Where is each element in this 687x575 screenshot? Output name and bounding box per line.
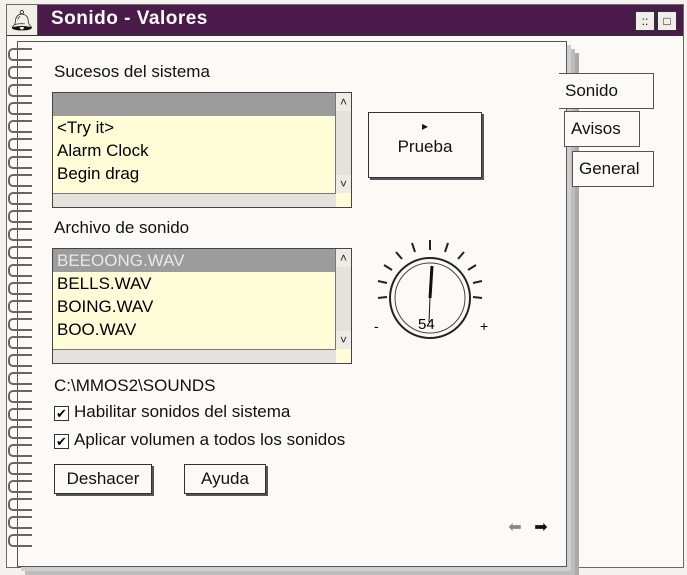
title-bar[interactable]: 🔔︎ Sonido - Valores :: □	[7, 5, 683, 36]
list-item[interactable]: BOO.WAV	[53, 318, 351, 341]
window-title: Sonido - Valores	[51, 8, 208, 29]
apply-volume-all-label[interactable]: Aplicar volumen a todos los sonidos	[74, 430, 345, 450]
events-label: Sucesos del sistema	[54, 62, 210, 81]
tab-general[interactable]: General	[572, 151, 654, 187]
scroll-up-icon[interactable]: ˄	[336, 93, 351, 111]
files-vertical-scrollbar[interactable]: ˄ ˅	[335, 249, 351, 349]
volume-minus-icon[interactable]: -	[374, 318, 379, 334]
test-button-label: Prueba	[397, 137, 453, 156]
tab-avisos[interactable]: Avisos	[564, 111, 640, 147]
volume-value: 54	[418, 316, 435, 333]
previous-page-arrow-icon[interactable]: ⬅	[504, 518, 526, 538]
system-menu-bell-icon[interactable]: 🔔︎	[7, 5, 38, 35]
events-listbox[interactable]: <Try it> Alarm Clock Begin drag ˄ ˅	[52, 92, 352, 208]
list-item[interactable]: BELLS.WAV	[53, 272, 351, 295]
restore-button[interactable]: ::	[635, 11, 655, 31]
notebook-page: Sucesos del sistema <Try it> Alarm Clock…	[8, 41, 567, 567]
play-icon: ▸	[421, 119, 429, 133]
sound-settings-window: 🔔︎ Sonido - Valores :: □ Sucesos del sis…	[6, 4, 684, 568]
enable-system-sounds-checkbox[interactable]: ✔	[54, 406, 69, 421]
events-horizontal-scrollbar[interactable]	[53, 193, 336, 207]
apply-volume-all-checkbox[interactable]: ✔	[54, 434, 69, 449]
list-item[interactable]: BOING.WAV	[53, 295, 351, 318]
list-item[interactable]: Begin drag	[53, 162, 351, 185]
volume-knob-icon[interactable]	[360, 232, 500, 362]
events-vertical-scrollbar[interactable]: ˄ ˅	[335, 93, 351, 193]
undo-button[interactable]: Deshacer	[54, 464, 152, 494]
volume-plus-icon[interactable]: +	[480, 318, 488, 334]
tab-sonido[interactable]: Sonido	[559, 73, 654, 109]
test-sound-button[interactable]: ▸ Prueba	[368, 112, 482, 178]
next-page-arrow-icon[interactable]: ➡	[530, 518, 552, 538]
scroll-down-icon[interactable]: ˅	[336, 331, 351, 349]
maximize-button[interactable]: □	[657, 11, 677, 31]
help-button[interactable]: Ayuda	[184, 464, 266, 494]
scroll-up-icon[interactable]: ˄	[336, 249, 351, 267]
sound-file-listbox[interactable]: BEEOONG.WAV BELLS.WAV BOING.WAV BOO.WAV …	[52, 248, 352, 364]
enable-system-sounds-label[interactable]: Habilitar sonidos del sistema	[74, 402, 290, 422]
list-item[interactable]: Alarm Clock	[53, 139, 351, 162]
list-item[interactable]	[53, 93, 351, 116]
list-item[interactable]: <Try it>	[53, 116, 351, 139]
list-item[interactable]: BEEOONG.WAV	[53, 249, 351, 272]
sound-file-label: Archivo de sonido	[54, 218, 190, 237]
sound-path: C:\MMOS2\SOUNDS	[54, 376, 216, 395]
scroll-down-icon[interactable]: ˅	[336, 175, 351, 193]
volume-dial[interactable]: 54 - +	[360, 232, 500, 362]
files-horizontal-scrollbar[interactable]	[53, 349, 336, 363]
